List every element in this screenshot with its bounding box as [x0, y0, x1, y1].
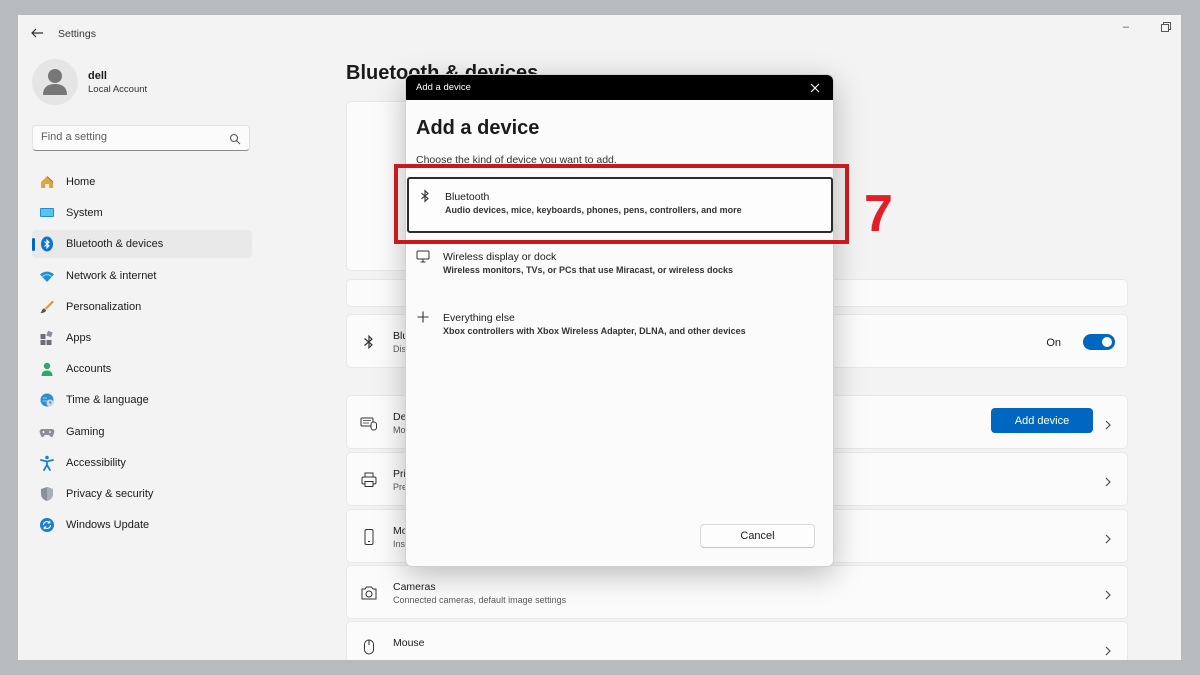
- cancel-button[interactable]: Cancel: [700, 524, 815, 548]
- search-icon[interactable]: [229, 132, 241, 145]
- cameras-card[interactable]: Cameras Connected cameras, default image…: [346, 565, 1128, 619]
- dialog-titlebar-text: Add a device: [416, 82, 471, 93]
- sidebar-item-gaming[interactable]: Gaming: [32, 418, 252, 446]
- sidebar-item-windows-update[interactable]: Windows Update: [32, 511, 252, 539]
- annotation-highlight-box: [394, 164, 849, 244]
- dialog-title-bar: Add a device: [406, 75, 833, 100]
- person-icon: [39, 361, 55, 377]
- shield-icon: [39, 486, 55, 502]
- sidebar-item-system[interactable]: System: [32, 199, 252, 227]
- phone-icon: [360, 528, 378, 546]
- plus-icon: [416, 310, 430, 324]
- minimize-icon[interactable]: –: [1123, 21, 1129, 33]
- wifi-icon: [39, 268, 55, 284]
- search-box[interactable]: [32, 125, 250, 151]
- user-name: dell: [88, 70, 107, 82]
- sidebar-nav: Home System Bluetooth & devices Network …: [32, 168, 252, 542]
- keyboard-mouse-icon: [360, 414, 378, 432]
- monitor-icon: [416, 249, 430, 263]
- maximize-icon[interactable]: [1161, 19, 1171, 32]
- sidebar-item-accessibility[interactable]: Accessibility: [32, 449, 252, 477]
- sidebar-item-bluetooth-devices[interactable]: Bluetooth & devices: [32, 230, 252, 259]
- printer-icon: [360, 471, 378, 489]
- chevron-right-icon: [1103, 474, 1113, 487]
- avatar: [32, 59, 78, 105]
- close-icon[interactable]: [809, 81, 821, 93]
- option-everything-else[interactable]: Everything else Xbox controllers with Xb…: [407, 300, 833, 356]
- update-icon: [39, 517, 55, 533]
- add-device-dialog: Add a device Add a device Choose the kin…: [405, 74, 834, 567]
- app-title: Settings: [58, 28, 96, 40]
- sidebar-item-privacy[interactable]: Privacy & security: [32, 480, 252, 508]
- sidebar-item-apps[interactable]: Apps: [32, 324, 252, 352]
- person-icon: [43, 69, 67, 95]
- gamepad-icon: [39, 424, 55, 440]
- home-icon: [39, 174, 55, 190]
- bluetooth-icon: [39, 236, 55, 252]
- search-input[interactable]: [41, 131, 221, 143]
- bluetooth-icon: [360, 333, 378, 351]
- brush-icon: [39, 299, 55, 315]
- accessibility-icon: [39, 455, 55, 471]
- sidebar-item-network[interactable]: Network & internet: [32, 262, 252, 290]
- monitor-icon: [39, 205, 55, 221]
- sidebar-item-time-language[interactable]: Time & language: [32, 386, 252, 414]
- camera-icon: [360, 584, 378, 602]
- apps-icon: [39, 330, 55, 346]
- chevron-right-icon: [1103, 587, 1113, 600]
- option-wireless-display[interactable]: Wireless display or dock Wireless monito…: [407, 239, 833, 295]
- bluetooth-state-label: On: [1046, 337, 1061, 349]
- sidebar-item-accounts[interactable]: Accounts: [32, 355, 252, 383]
- bluetooth-toggle[interactable]: [1083, 334, 1115, 350]
- title-bar: Settings –: [18, 15, 1181, 53]
- annotation-step-number: 7: [864, 185, 893, 243]
- globe-clock-icon: [39, 392, 55, 408]
- mouse-card[interactable]: Mouse: [346, 621, 1128, 660]
- account-type: Local Account: [88, 84, 148, 95]
- add-device-button[interactable]: Add device: [991, 408, 1093, 433]
- sidebar-item-personalization[interactable]: Personalization: [32, 293, 252, 321]
- chevron-right-icon: [1103, 531, 1113, 544]
- chevron-right-icon: [1103, 643, 1113, 656]
- mouse-icon: [360, 638, 378, 656]
- back-arrow-icon[interactable]: [30, 26, 46, 42]
- dialog-heading: Add a device: [416, 117, 540, 139]
- chevron-right-icon: [1103, 417, 1113, 430]
- sidebar-item-home[interactable]: Home: [32, 168, 252, 196]
